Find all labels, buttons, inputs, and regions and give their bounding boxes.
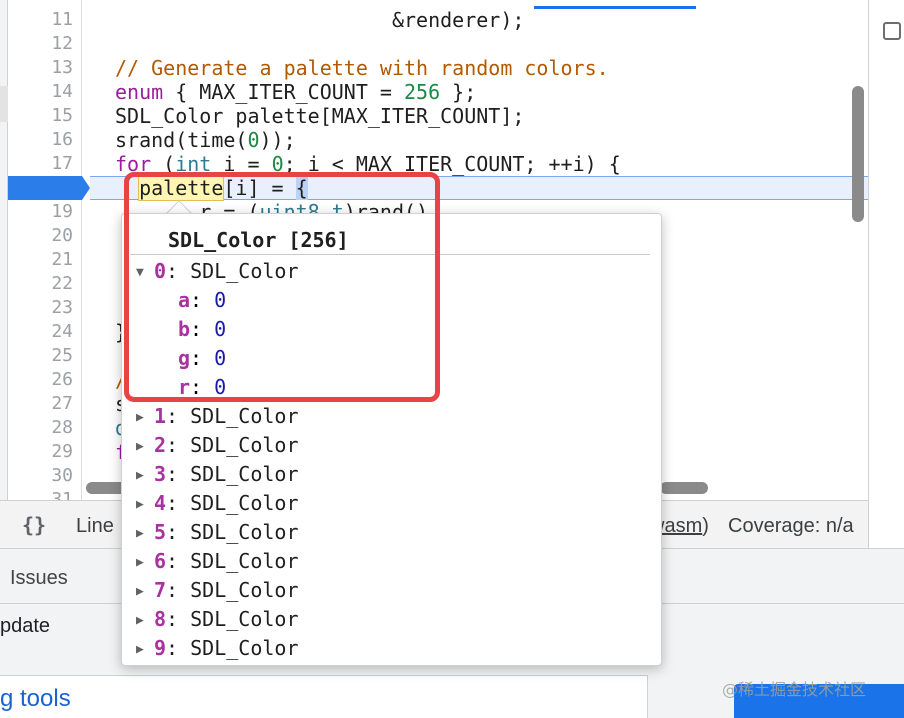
breakpoint-arrow-icon <box>82 176 90 200</box>
line-number[interactable]: 16 <box>13 128 73 152</box>
tree-node-collapsed[interactable]: ▶ 1: SDL_Color <box>136 402 299 430</box>
line-number[interactable]: 13 <box>13 56 73 80</box>
gutter-strip <box>0 0 8 500</box>
drawer-content-panel <box>0 675 648 718</box>
collapsed-triangle-icon[interactable]: ▶ <box>136 404 154 432</box>
element-type: : SDL_Color <box>166 636 299 660</box>
line-number[interactable]: 26 <box>13 368 73 392</box>
code-token: 0 <box>247 128 260 152</box>
update-message: pdate <box>0 615 51 637</box>
array-index: 8 <box>154 607 167 631</box>
array-index: 9 <box>154 636 167 660</box>
tree-node-collapsed[interactable]: ▶ 6: SDL_Color <box>136 547 299 575</box>
element-type: : SDL_Color <box>166 607 299 631</box>
code-token: 256 <box>404 80 441 104</box>
array-index: 6 <box>154 549 167 573</box>
collapsed-triangle-icon[interactable]: ▶ <box>136 578 154 606</box>
gutter-strip-mark <box>0 86 8 122</box>
line-number[interactable]: 24 <box>13 320 73 344</box>
element-type: : SDL_Color <box>166 549 299 573</box>
vertical-scrollbar-thumb[interactable] <box>852 86 864 222</box>
code-token: enum <box>115 80 164 104</box>
collapsed-triangle-icon[interactable]: ▶ <box>136 491 154 519</box>
array-index: 5 <box>154 520 167 544</box>
line-number-gutter[interactable]: 1112131415161718192021222324252627282930… <box>8 0 82 500</box>
source-link-suffix: ) <box>702 515 709 537</box>
watermark: @稀土掘金技术社区 <box>722 680 867 699</box>
line-number[interactable]: 23 <box>13 296 73 320</box>
element-type: : SDL_Color <box>166 578 299 602</box>
collapsed-triangle-icon[interactable]: ▶ <box>136 607 154 635</box>
code-token: { MAX_ITER_COUNT = <box>163 80 404 104</box>
line-number[interactable]: 15 <box>13 104 73 128</box>
horizontal-scrollbar-thumb-end[interactable] <box>660 482 708 494</box>
line-number[interactable]: 21 <box>13 248 73 272</box>
tools-link[interactable]: g tools <box>0 685 71 713</box>
array-index: 4 <box>154 491 167 515</box>
tree-node-collapsed[interactable]: ▶ 7: SDL_Color <box>136 576 299 604</box>
collapsed-triangle-icon[interactable]: ▶ <box>136 549 154 577</box>
line-number[interactable]: 20 <box>13 224 73 248</box>
line-number[interactable]: 14 <box>13 80 73 104</box>
code-line: enum { MAX_ITER_COUNT = 256 }; <box>115 80 476 104</box>
line-number[interactable]: 28 <box>13 416 73 440</box>
code-line: &renderer); <box>115 8 524 32</box>
tab-issues[interactable]: Issues <box>10 567 68 590</box>
code-token: &renderer); <box>115 8 525 32</box>
element-type: : SDL_Color <box>166 404 299 428</box>
breakpoint-marker[interactable] <box>8 176 82 200</box>
cursor-position-label: Line <box>76 515 114 537</box>
active-tab-indicator <box>534 0 696 9</box>
code-token: // Generate a palette with random colors… <box>115 56 609 80</box>
element-type: : SDL_Color <box>166 491 299 515</box>
array-index: 1 <box>154 404 167 428</box>
array-index: 7 <box>154 578 167 602</box>
line-number[interactable]: 19 <box>13 200 73 224</box>
line-number[interactable]: 17 <box>13 152 73 176</box>
tree-node-collapsed[interactable]: ▶ 5: SDL_Color <box>136 518 299 546</box>
collapsed-triangle-icon[interactable]: ▶ <box>136 462 154 490</box>
code-line: srand(time(0)); <box>115 128 296 152</box>
code-token: SDL_Color palette[MAX_ITER_COUNT]; <box>115 104 525 128</box>
line-number[interactable]: 12 <box>13 32 73 56</box>
array-index: 2 <box>154 433 167 457</box>
code-token: srand(time( <box>115 128 248 152</box>
pretty-print-icon[interactable]: {} <box>22 513 46 537</box>
right-panel-strip <box>868 0 904 548</box>
code-line: SDL_Color palette[MAX_ITER_COUNT]; <box>115 104 524 128</box>
panel-checkbox[interactable] <box>883 22 901 40</box>
line-number[interactable]: 25 <box>13 344 73 368</box>
element-type: : SDL_Color <box>166 433 299 457</box>
collapsed-triangle-icon[interactable]: ▶ <box>136 433 154 461</box>
code-token: }; <box>440 80 477 104</box>
tree-node-collapsed[interactable]: ▶ 8: SDL_Color <box>136 605 299 633</box>
line-number[interactable]: 29 <box>13 440 73 464</box>
tree-node-collapsed[interactable]: ▶ 4: SDL_Color <box>136 489 299 517</box>
collapsed-triangle-icon[interactable]: ▶ <box>136 520 154 548</box>
code-token: )); <box>259 128 296 152</box>
line-number[interactable]: 22 <box>13 272 73 296</box>
horizontal-scrollbar-thumb[interactable] <box>86 482 126 494</box>
code-line: // Generate a palette with random colors… <box>115 56 609 80</box>
line-number[interactable]: 11 <box>13 8 73 32</box>
tree-node-collapsed[interactable]: ▶ 9: SDL_Color <box>136 634 299 662</box>
element-type: : SDL_Color <box>166 520 299 544</box>
array-index: 3 <box>154 462 167 486</box>
line-number[interactable]: 27 <box>13 392 73 416</box>
annotation-highlight-box <box>124 172 440 402</box>
tree-node-collapsed[interactable]: ▶ 2: SDL_Color <box>136 431 299 459</box>
coverage-status: Coverage: n/a <box>728 515 854 537</box>
line-number[interactable]: 30 <box>13 464 73 488</box>
tree-node-collapsed[interactable]: ▶ 3: SDL_Color <box>136 460 299 488</box>
element-type: : SDL_Color <box>166 462 299 486</box>
collapsed-triangle-icon[interactable]: ▶ <box>136 636 154 664</box>
line-number[interactable]: 31 <box>13 488 73 500</box>
